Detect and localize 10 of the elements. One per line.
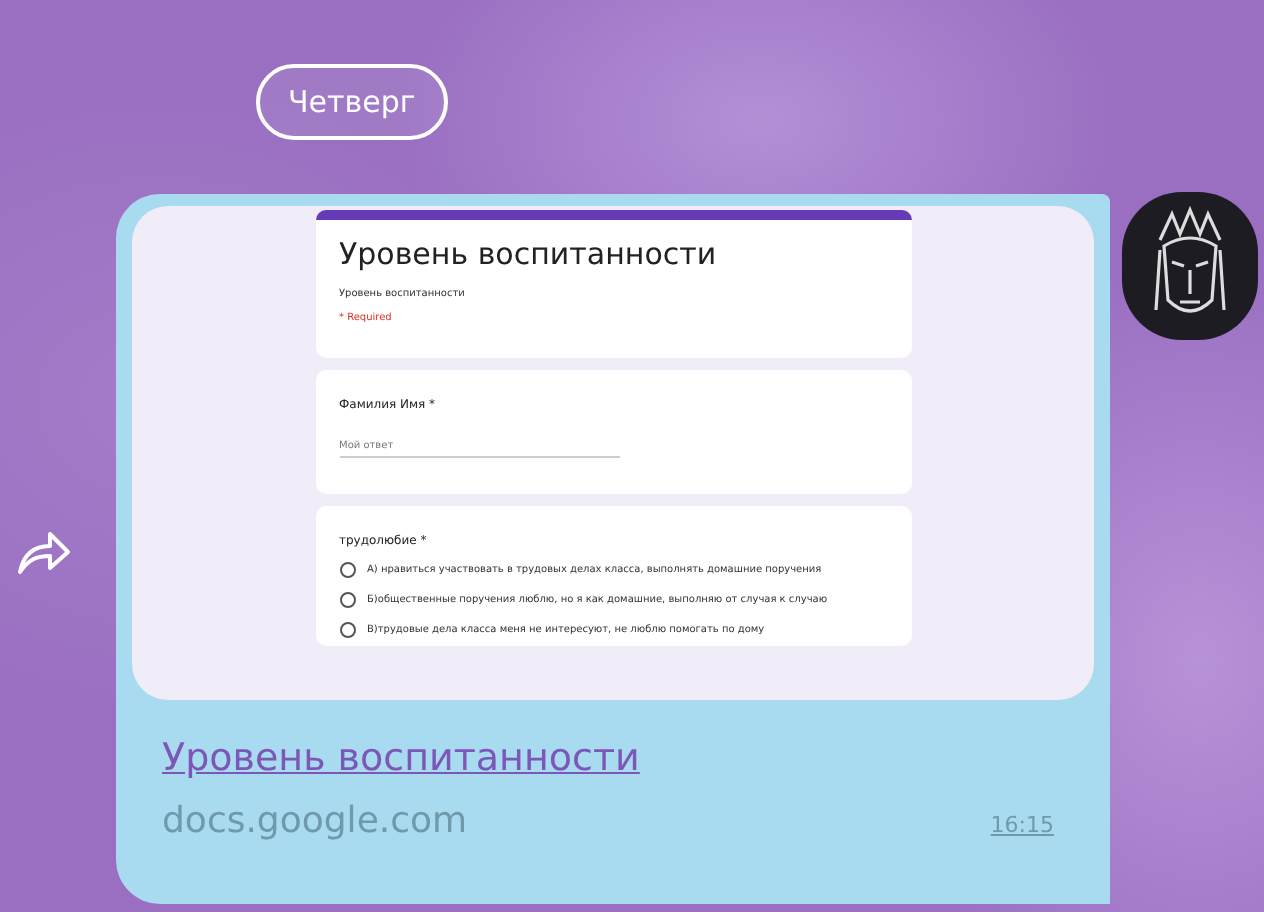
form-title: Уровень воспитанности — [339, 236, 719, 272]
message-time: 16:15 — [990, 812, 1054, 838]
date-chip: Четверг — [256, 64, 448, 140]
radio-button[interactable] — [339, 562, 355, 578]
radio-button[interactable] — [339, 592, 355, 608]
form-preview[interactable] — [132, 206, 1094, 700]
link-domain: docs.google.com — [162, 800, 468, 842]
radio-button[interactable] — [339, 622, 355, 638]
link-title[interactable]: Уровень воспитанности — [162, 736, 640, 780]
share-arrow-icon[interactable] — [12, 526, 72, 578]
